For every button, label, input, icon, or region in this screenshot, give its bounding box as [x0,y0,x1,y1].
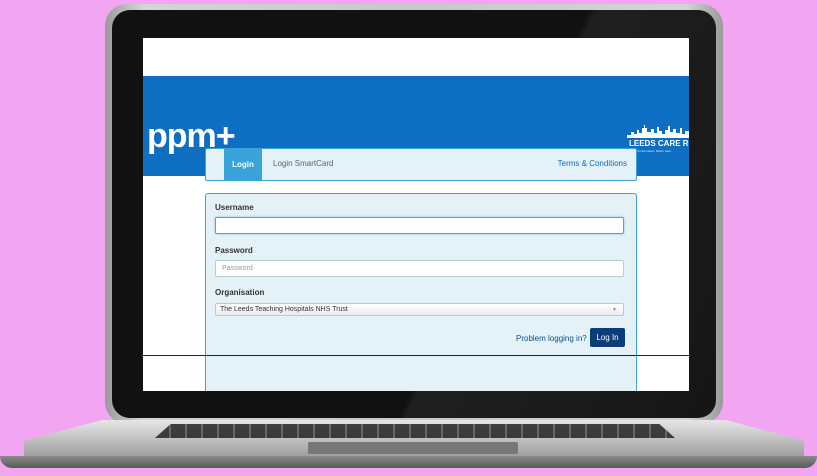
screen-divider [143,355,689,356]
password-label: Password [215,246,253,255]
leeds-care-record-logo: LEEDS CARE REC [629,139,689,148]
password-field[interactable]: Password [215,260,624,277]
organisation-label: Organisation [215,288,265,297]
login-tabs-bar: Login Login SmartCard Terms & Conditions [205,148,637,181]
city-skyline-icon [627,125,689,138]
terms-conditions-link[interactable]: Terms & Conditions [558,159,627,168]
problem-logging-in-link[interactable]: Problem logging in? [516,334,587,343]
laptop-front-edge [0,456,817,468]
trackpad [308,442,518,454]
username-label: Username [215,203,254,212]
laptop-screen: ppm+ LEEDS CARE REC Shared information. … [143,38,689,391]
chevron-down-icon: ▼ [612,307,617,313]
log-in-button[interactable]: Log In [590,328,625,347]
organisation-select[interactable]: The Leeds Teaching Hospitals NHS Trust ▼ [215,303,624,316]
organisation-selected-value: The Leeds Teaching Hospitals NHS Trust [220,306,348,313]
tab-login-smartcard[interactable]: Login SmartCard [273,159,333,168]
tab-login[interactable]: Login [224,149,262,180]
keyboard [155,424,675,438]
username-field[interactable] [215,217,624,234]
login-form-panel: Username Password Password Organisation … [205,193,637,391]
